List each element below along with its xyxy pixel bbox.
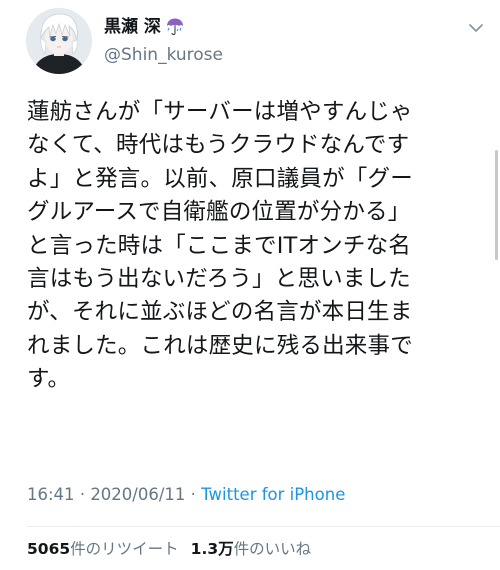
retweets-label: 件のリツイート <box>70 540 179 558</box>
avatar[interactable] <box>26 8 92 74</box>
likes-stat[interactable]: 1.3万件のいいね <box>191 540 311 558</box>
likes-count: 1.3万 <box>190 540 234 558</box>
tweet-header: 黒瀬 深 @Shin_kurose <box>26 8 486 78</box>
tweet-date: 2020/06/11 <box>90 485 186 504</box>
user-info[interactable]: 黒瀬 深 @Shin_kurose <box>104 16 223 66</box>
meta-separator-2: · <box>190 485 196 504</box>
retweets-count: 5065 <box>27 540 71 558</box>
chevron-down-icon[interactable] <box>466 20 486 34</box>
tweet-meta: 16:41 · 2020/06/11 · Twitter for iPhone <box>27 484 345 506</box>
scrollbar[interactable] <box>495 150 498 260</box>
display-name-row: 黒瀬 深 <box>104 16 223 38</box>
user-handle: @Shin_kurose <box>104 45 223 65</box>
avatar-image <box>26 8 92 74</box>
tweet-text: 蓮舫さんが「サーバーは増やすんじゃ なくて、時代はもうクラウドなんです よ」と発… <box>27 99 413 393</box>
display-name: 黒瀬 深 <box>104 17 161 37</box>
tweet-detail: 黒瀬 深 @Shin_kurose 蓮舫さんが「サーバーは増やすんじゃ なくて、… <box>0 0 500 570</box>
tweet-time: 16:41 <box>27 485 75 504</box>
divider <box>27 526 500 527</box>
tweet-stats: 5065件のリツイート 1.3万件のいいね <box>27 538 311 560</box>
retweets-stat[interactable]: 5065件のリツイート <box>27 540 179 558</box>
umbrella-with-rain-icon <box>165 17 185 37</box>
meta-separator: · <box>79 485 86 504</box>
tweet-source-link[interactable]: Twitter for iPhone <box>201 485 345 504</box>
likes-label: 件のいいね <box>233 540 312 558</box>
